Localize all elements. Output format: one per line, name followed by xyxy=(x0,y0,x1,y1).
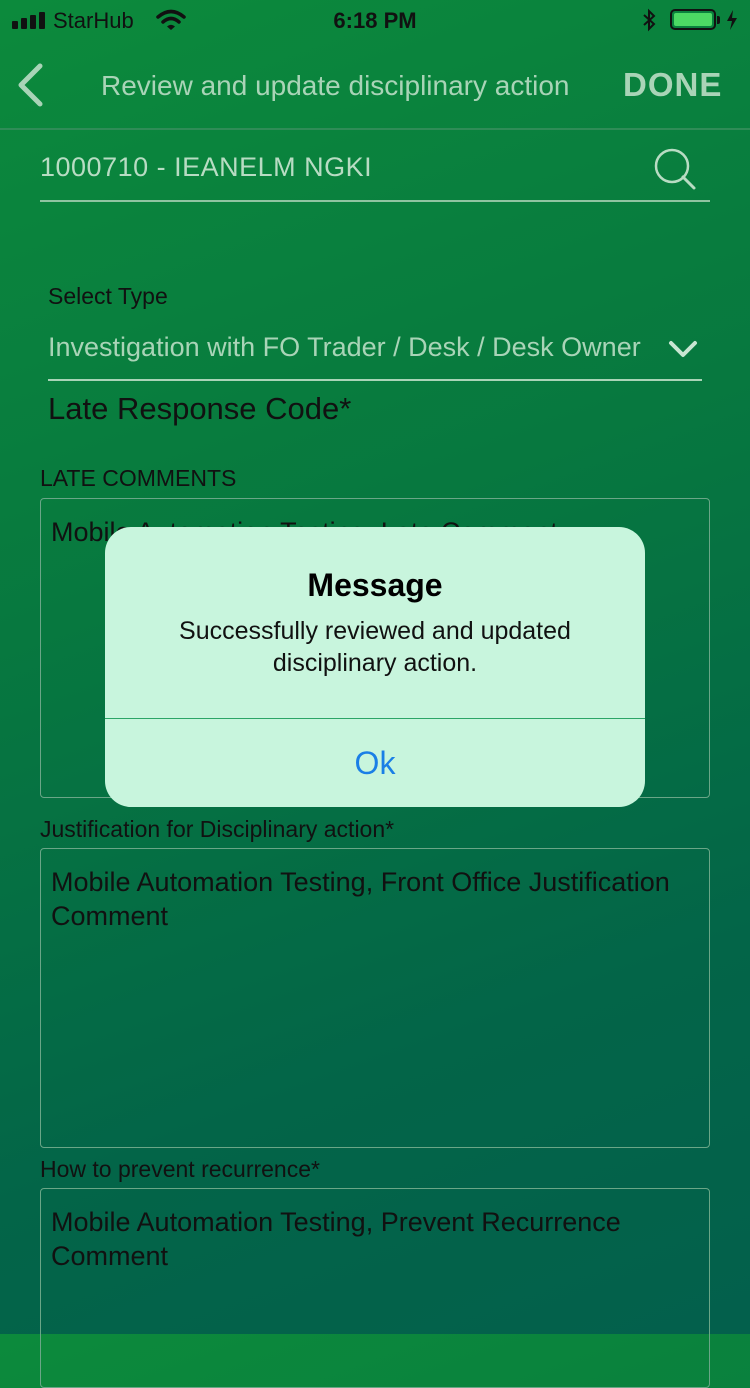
justification-textarea[interactable]: Mobile Automation Testing, Front Office … xyxy=(40,848,710,1148)
alert-dialog: Message Successfully reviewed and update… xyxy=(105,527,645,807)
status-time: 6:18 PM xyxy=(333,8,417,33)
prevent-recurrence-textarea[interactable]: Mobile Automation Testing, Prevent Recur… xyxy=(40,1188,710,1388)
bluetooth-icon xyxy=(641,8,657,38)
alert-title: Message xyxy=(307,567,443,603)
search-input[interactable]: 1000710 - IEANELM NGKI xyxy=(40,152,372,183)
battery-nub xyxy=(717,16,720,24)
search-icon[interactable] xyxy=(652,146,698,197)
charging-icon xyxy=(726,9,738,37)
select-type-dropdown[interactable]: Investigation with FO Trader / Desk / De… xyxy=(48,332,678,363)
late-response-code-field[interactable]: Late Response Code* xyxy=(48,391,351,427)
late-comments-label: LATE COMMENTS xyxy=(40,465,237,491)
chevron-down-icon[interactable] xyxy=(668,338,698,365)
page-title: Review and update disciplinary action xyxy=(101,70,570,101)
status-bar: StarHub 6:18 PM xyxy=(0,0,750,40)
chevron-left-icon xyxy=(18,63,43,107)
select-type-label: Select Type xyxy=(48,283,168,309)
ok-button[interactable]: Ok xyxy=(105,719,645,807)
justification-text: Mobile Automation Testing, Front Office … xyxy=(51,867,670,931)
search-underline xyxy=(40,200,710,202)
back-button[interactable] xyxy=(14,62,46,113)
justification-label: Justification for Disciplinary action* xyxy=(40,816,395,842)
battery-icon xyxy=(670,9,716,30)
prevent-recurrence-label: How to prevent recurrence* xyxy=(40,1156,320,1182)
select-type-underline xyxy=(48,379,702,381)
alert-message: Successfully reviewed and updated discip… xyxy=(179,617,571,677)
done-button[interactable]: DONE xyxy=(623,66,722,104)
nav-divider xyxy=(0,128,750,130)
prevent-recurrence-text: Mobile Automation Testing, Prevent Recur… xyxy=(51,1207,621,1271)
